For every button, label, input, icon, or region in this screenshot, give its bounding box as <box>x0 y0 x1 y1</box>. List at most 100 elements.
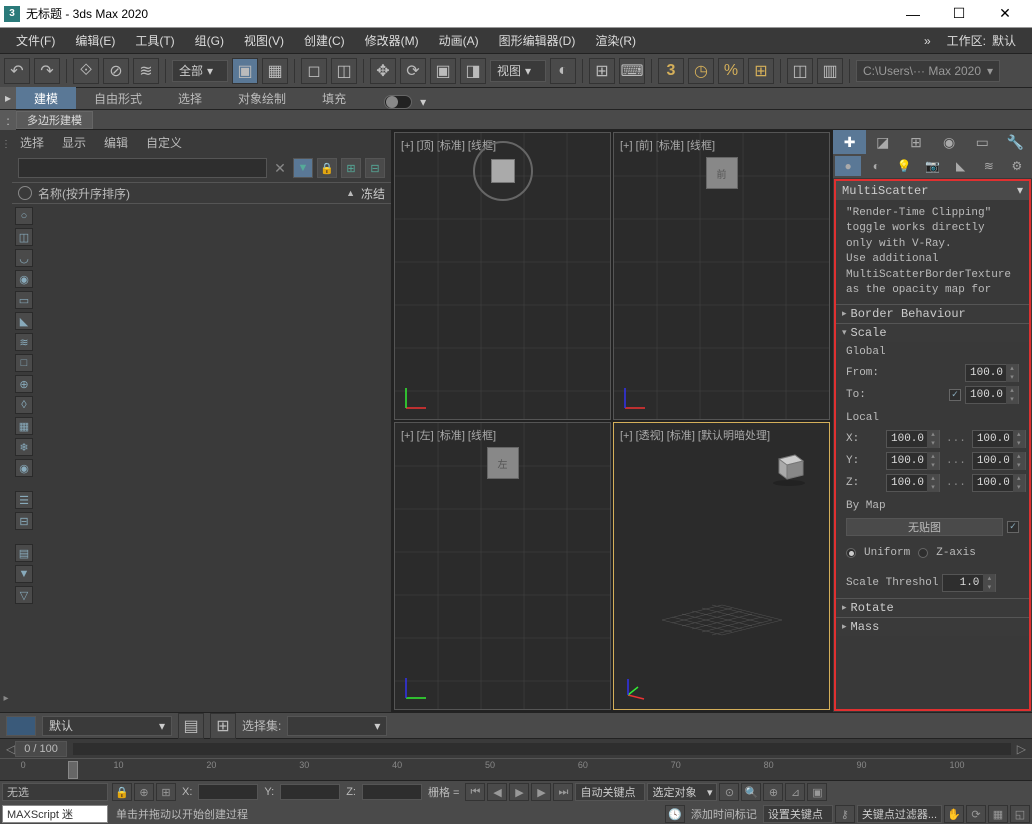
undo-button[interactable]: ↶ <box>4 58 30 84</box>
filter-light-icon[interactable]: ◉ <box>15 270 33 288</box>
selobj-dropdown[interactable]: 选定对象▾ <box>647 783 717 801</box>
y-from-spinner[interactable]: 100.0▴▾ <box>886 452 940 470</box>
spacewarp-icon[interactable]: ≋ <box>976 156 1002 176</box>
goto-end-icon[interactable]: ⏭ <box>553 783 573 801</box>
select-name-button[interactable]: ▦ <box>262 58 288 84</box>
helper-icon[interactable]: ◣ <box>948 156 974 176</box>
visibility-column-icon[interactable] <box>18 186 32 200</box>
viewport-label[interactable]: [+] [透视] [标准] [默认明暗处理] <box>620 427 770 443</box>
vp-layout-icon[interactable] <box>6 716 36 736</box>
light-icon[interactable]: 💡 <box>891 156 917 176</box>
move-button[interactable]: ✥ <box>370 58 396 84</box>
zoom-ext-icon[interactable]: ▣ <box>807 783 827 801</box>
selset-dropdown[interactable]: ▾ <box>287 716 387 736</box>
snap-button[interactable]: 3 <box>658 58 684 84</box>
redo-button[interactable]: ↷ <box>34 58 60 84</box>
scene-tab-custom[interactable]: 自定义 <box>144 134 184 151</box>
scene-expand-icon[interactable]: ☰ <box>15 491 33 509</box>
filter-all-icon[interactable]: ○ <box>15 207 33 225</box>
filter-shape-icon[interactable]: ◡ <box>15 249 33 267</box>
prev-frame-icon[interactable]: ◀ <box>487 783 507 801</box>
window-crossing-button[interactable]: ◫ <box>331 58 357 84</box>
map-button[interactable]: 无贴图 <box>846 518 1003 536</box>
viewcube[interactable]: 左 <box>487 447 519 479</box>
ribbon-dropdown-icon[interactable]: ▾ <box>420 95 426 109</box>
menu-view[interactable]: 视图(V) <box>234 28 294 54</box>
display-tab[interactable]: ▭ <box>966 130 999 154</box>
rollout-scale[interactable]: Scale <box>836 323 1029 342</box>
menu-render[interactable]: 渲染(R) <box>585 28 646 54</box>
layer-icon[interactable]: ⊞ <box>210 713 236 739</box>
menu-overflow[interactable]: » <box>914 28 941 54</box>
workspace-dropdown[interactable]: 默认 <box>992 32 1026 49</box>
keyframe-marker[interactable] <box>68 761 78 779</box>
rollout-more[interactable]: Mass <box>836 617 1029 636</box>
scene-filter-input[interactable] <box>18 158 267 178</box>
maximize-vp-icon[interactable]: ◱ <box>1010 805 1030 823</box>
x-from-spinner[interactable]: 100.0▴▾ <box>886 430 940 448</box>
filter-container-icon[interactable]: ▦ <box>15 417 33 435</box>
placement-button[interactable]: ◨ <box>460 58 486 84</box>
maxscript-listener[interactable]: MAXScript 迷 <box>2 805 108 823</box>
pan-icon[interactable]: ✋ <box>944 805 964 823</box>
viewport-top[interactable]: [+] [顶] [标准] [线框] <box>394 132 611 420</box>
scene-tab-edit[interactable]: 编辑 <box>102 134 130 151</box>
sort-icon[interactable]: ▲ <box>346 188 355 198</box>
dock-expand-icon[interactable]: ▸ <box>0 684 12 712</box>
scene-layer-icon[interactable]: ▤ <box>15 544 33 562</box>
transform-gizmo-icon[interactable]: ⊞ <box>156 783 176 801</box>
motion-tab[interactable]: ◉ <box>933 130 966 154</box>
select-object-button[interactable]: ▣ <box>232 58 258 84</box>
filter-frozen-icon[interactable]: ❄ <box>15 438 33 456</box>
hierarchy-tab[interactable]: ⊞ <box>899 130 932 154</box>
time-slider[interactable]: ◁ 0 / 100 ▷ <box>0 738 1032 758</box>
viewport-left[interactable]: [+] [左] [标准] [线框] 左 <box>394 422 611 710</box>
scene-funnel3-icon[interactable]: ▽ <box>15 586 33 604</box>
keyfilter-button[interactable]: 关键点过滤器... <box>857 805 942 823</box>
frame-display[interactable]: 0 / 100 <box>15 741 67 757</box>
unlink-button[interactable]: ⊘ <box>103 58 129 84</box>
timetag-icon[interactable]: 🕓 <box>665 805 685 823</box>
camera-icon[interactable]: 📷 <box>919 156 945 176</box>
subribbon-handle[interactable]: : <box>0 110 16 132</box>
z-input[interactable] <box>362 784 422 800</box>
next-frame-icon[interactable]: ▶ <box>531 783 551 801</box>
to-spinner[interactable]: 100.0▴▾ <box>965 386 1019 404</box>
ref-coord-dropdown[interactable]: 视图▾ <box>490 60 546 82</box>
menu-create[interactable]: 创建(C) <box>294 28 355 54</box>
keyboard-button[interactable]: ⌨ <box>619 58 645 84</box>
y-to-spinner[interactable]: 100.0▴▾ <box>972 452 1026 470</box>
freeze-column-header[interactable]: 冻结 <box>361 185 385 202</box>
to-checkbox[interactable]: ✓ <box>949 389 961 401</box>
scene-collapse-icon[interactable]: ⊟ <box>15 512 33 530</box>
key-icon[interactable]: ⚷ <box>835 805 855 823</box>
viewcube-orbit[interactable] <box>473 141 533 201</box>
name-column-header[interactable]: 名称(按升序排序) <box>38 185 340 202</box>
dock-handle-icon[interactable]: ⋮ <box>0 130 12 158</box>
link-button[interactable]: ⟐ <box>73 58 99 84</box>
modify-tab[interactable]: ◪ <box>866 130 899 154</box>
scale-button[interactable]: ▣ <box>430 58 456 84</box>
isolate-icon[interactable]: ▤ <box>178 713 204 739</box>
z-to-spinner[interactable]: 100.0▴▾ <box>972 474 1026 492</box>
named-sel-button[interactable]: ◫ <box>787 58 813 84</box>
x-input[interactable] <box>198 784 258 800</box>
subribbon-polymodel[interactable]: 多边形建模 <box>16 111 93 129</box>
from-spinner[interactable]: 100.0▴▾ <box>965 364 1019 382</box>
filter-space-icon[interactable]: ≋ <box>15 333 33 351</box>
zoom-all-icon[interactable]: ⊕ <box>763 783 783 801</box>
x-to-spinner[interactable]: 100.0▴▾ <box>972 430 1026 448</box>
fov-icon[interactable]: ⊿ <box>785 783 805 801</box>
rollout-rotate[interactable]: Rotate <box>836 598 1029 617</box>
walk-icon[interactable]: ▦ <box>988 805 1008 823</box>
orbit-icon[interactable]: ⟳ <box>966 805 986 823</box>
scene-tree[interactable] <box>36 204 391 712</box>
uniform-radio[interactable] <box>846 548 856 558</box>
maximize-button[interactable]: ☐ <box>936 1 982 27</box>
time-ruler[interactable]: 0 10 20 30 40 50 60 70 80 90 100 <box>0 758 1032 780</box>
filter-geometry-icon[interactable]: ◫ <box>15 228 33 246</box>
scene-tab-display[interactable]: 显示 <box>60 134 88 151</box>
play-icon[interactable]: ▶ <box>509 783 529 801</box>
viewport-perspective[interactable]: [+] [透视] [标准] [默认明暗处理] <box>613 422 830 710</box>
ribbon-tab-populate[interactable]: 填充 <box>304 87 364 109</box>
